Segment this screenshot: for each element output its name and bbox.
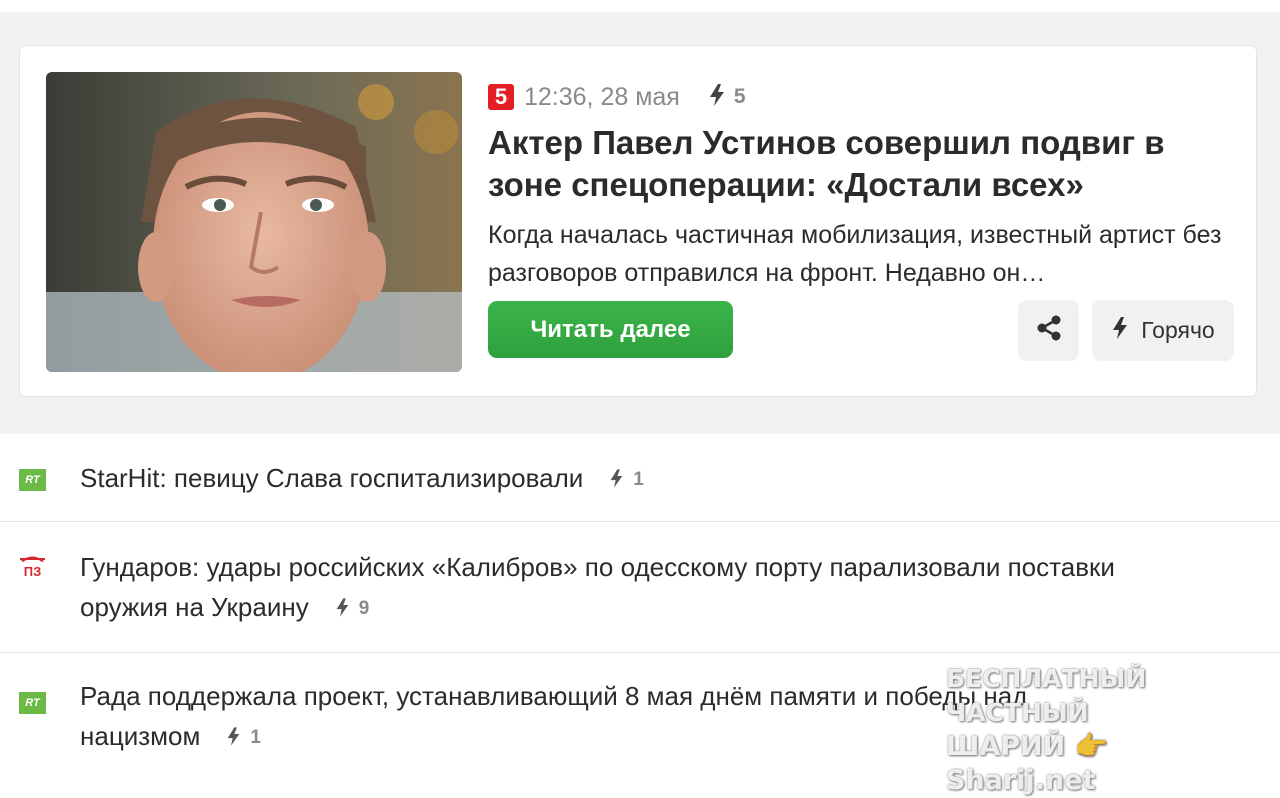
news-summary: Когда началась частичная мобилизация, из… <box>488 221 1222 287</box>
news-item-title-text[interactable]: StarHit: певицу Слава госпитализировали <box>80 463 583 493</box>
hot-count: 9 <box>358 598 370 620</box>
share-button[interactable] <box>1018 300 1079 361</box>
hot-indicator: 9 <box>335 589 370 629</box>
hot-indicator: 1 <box>226 718 261 758</box>
watermark-line-2: ШАРИЙ 👉 Sharij.net <box>946 731 1109 796</box>
featured-news-card[interactable]: 5 12:36, 28 мая 5 Актер Павел Устинов со… <box>19 45 1257 397</box>
publish-time: 12:36, 28 мая <box>524 82 680 111</box>
news-item-title[interactable]: StarHit: певицу Слава госпитализировали 1 <box>80 458 1190 500</box>
channel-5-logo[interactable]: 5 <box>488 84 514 110</box>
rt-logo: RT <box>19 469 46 491</box>
news-item-title[interactable]: Гундаров: удары российских «Калибров» по… <box>80 547 1190 629</box>
lightning-icon <box>1111 315 1129 347</box>
news-item-title-text[interactable]: Гундаров: удары российских «Калибров» по… <box>80 552 1115 622</box>
news-headline[interactable]: Актер Павел Устинов совершил подвиг в зо… <box>488 122 1228 206</box>
news-meta: 5 12:36, 28 мая 5 <box>488 82 746 112</box>
hot-button-label: Горячо <box>1141 317 1215 343</box>
hot-count: 5 <box>733 85 746 108</box>
lightning-icon <box>226 718 241 758</box>
share-icon <box>1034 313 1064 348</box>
news-item-title[interactable]: Рада поддержала проект, устанавливающий … <box>80 676 1080 758</box>
lightning-icon <box>609 460 624 500</box>
hot-indicator: 1 <box>609 460 644 500</box>
watermark: БЕСПЛАТНЫЙ ЧАСТНЫЙ ШАРИЙ 👉 Sharij.net <box>946 662 1256 798</box>
list-item[interactable]: RT StarHit: певицу Слава госпитализирова… <box>0 434 1280 522</box>
news-item-title-text[interactable]: Рада поддержала проект, устанавливающий … <box>80 681 1027 751</box>
hot-count: 1 <box>250 727 261 749</box>
read-more-button[interactable]: Читать далее <box>488 301 733 358</box>
rt-logo: RT <box>19 692 46 714</box>
news-photo[interactable] <box>46 72 462 372</box>
watermark-line-1: БЕСПЛАТНЫЙ ЧАСТНЫЙ <box>946 664 1147 727</box>
pz-logo-text: ПЗ <box>24 564 42 578</box>
pz-logo: ПЗ <box>19 552 46 579</box>
lightning-icon <box>708 83 726 112</box>
hot-button[interactable]: Горячо <box>1092 300 1234 361</box>
hot-count: 1 <box>633 469 644 491</box>
lightning-icon <box>335 589 350 629</box>
